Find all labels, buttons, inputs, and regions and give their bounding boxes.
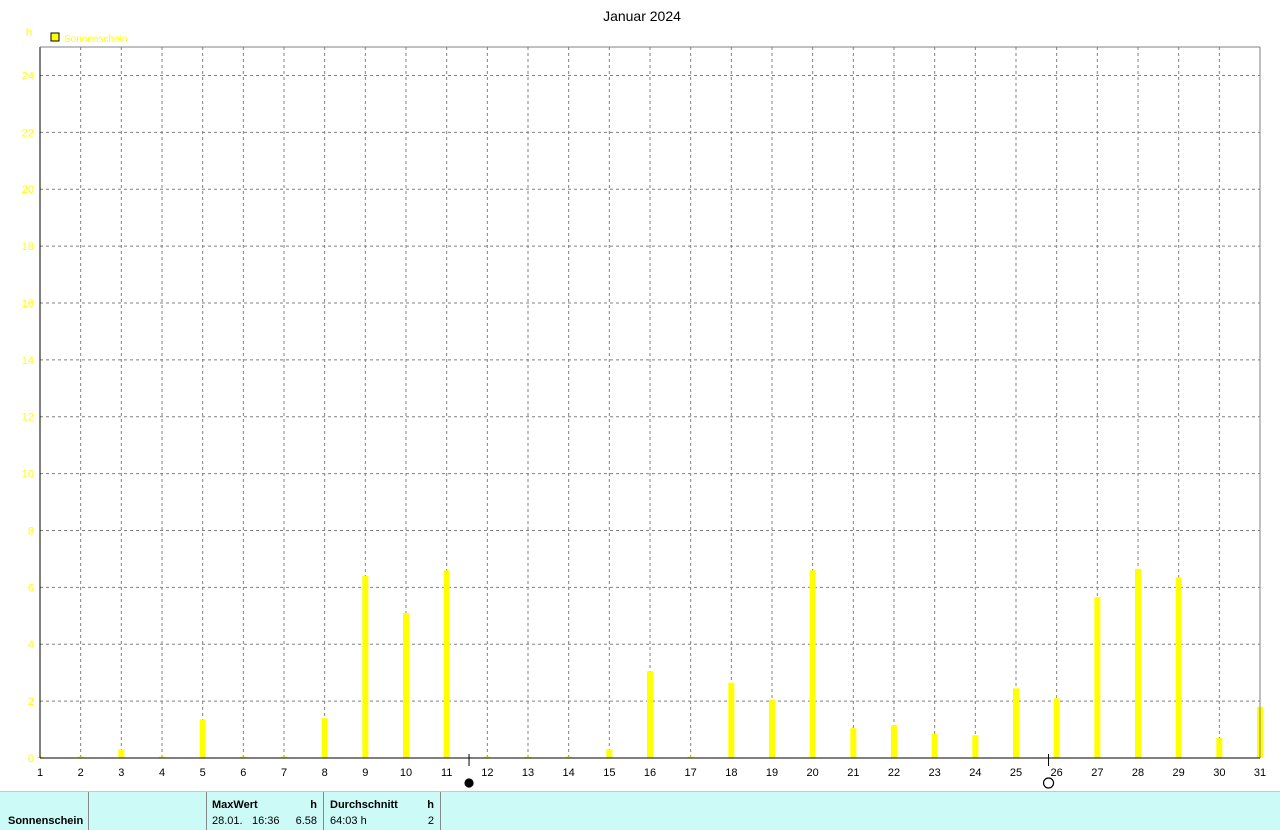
new-moon-icon xyxy=(464,778,474,788)
y-tick-label: 0 xyxy=(28,753,34,765)
summary-footer: Sonnenschein MaxWert h 28.01. 16:36 6.58… xyxy=(0,791,1280,830)
x-tick-label: 6 xyxy=(240,767,246,779)
y-tick-label: 8 xyxy=(28,525,34,537)
x-tick-label: 30 xyxy=(1213,767,1225,779)
footer-max-cell: MaxWert h 28.01. 16:36 6.58 xyxy=(207,792,324,830)
x-tick-label: 4 xyxy=(159,767,165,779)
bar xyxy=(769,699,775,758)
x-tick-label: 8 xyxy=(322,767,328,779)
x-tick-label: 22 xyxy=(888,767,900,779)
legend-swatch xyxy=(50,32,60,42)
chart-title: Januar 2024 xyxy=(603,8,681,24)
x-tick-label: 11 xyxy=(441,767,452,779)
x-tick-label: 7 xyxy=(281,767,287,779)
bar xyxy=(199,719,206,758)
footer-avg-value: 2 xyxy=(427,815,434,827)
x-tick-label: 29 xyxy=(1173,767,1185,779)
x-tick-label: 19 xyxy=(766,767,778,779)
x-tick-label: 9 xyxy=(362,767,368,779)
x-tick-label: 3 xyxy=(118,767,124,779)
footer-empty-cell xyxy=(89,792,207,830)
x-tick-label: 26 xyxy=(1051,767,1063,779)
footer-max-unit: h xyxy=(310,799,317,811)
footer-series-label: Sonnenschein xyxy=(8,815,84,827)
x-tick-label: 17 xyxy=(685,767,697,779)
y-tick-label: 16 xyxy=(22,298,34,310)
bar xyxy=(972,735,979,758)
bar xyxy=(1053,698,1060,758)
x-tick-label: 18 xyxy=(725,767,737,779)
full-moon-icon xyxy=(1042,777,1055,789)
bar xyxy=(443,570,450,758)
bar xyxy=(891,725,897,758)
legend-label: Sonnenschein xyxy=(64,34,127,45)
x-tick-label: 13 xyxy=(522,767,534,779)
bar xyxy=(118,749,125,758)
moon-phase-markers xyxy=(464,754,1055,789)
x-tick-label: 2 xyxy=(78,767,84,779)
bars xyxy=(37,568,1263,758)
bar xyxy=(647,671,653,758)
x-tick-label: 31 xyxy=(1254,767,1266,779)
footer-max-date: 28.01. xyxy=(212,815,243,827)
y-tick-label: 6 xyxy=(28,582,34,594)
x-tick-label: 10 xyxy=(400,767,412,779)
y-tick-label: 22 xyxy=(22,127,34,139)
bar xyxy=(1013,688,1019,758)
y-tick-label: 2 xyxy=(28,696,34,708)
footer-max-value: 6.58 xyxy=(295,815,317,827)
chart: Januar 2024 h Sonnenschein 0246810121416… xyxy=(22,8,1266,789)
x-tick-label: 28 xyxy=(1132,767,1144,779)
x-tick-label: 5 xyxy=(200,767,206,779)
y-axis-unit-label: h xyxy=(26,27,32,39)
footer-max-header: MaxWert xyxy=(212,799,258,811)
footer-avg-total: 64:03 h xyxy=(330,815,367,827)
x-tick-label: 1 xyxy=(37,767,43,779)
bar xyxy=(728,682,735,758)
x-tick-labels: 1 2 3 4 5 6 7 8 9 10 11 12 13 14 15 16 17 18 19 20 21 22 23 24 2… xyxy=(37,767,1266,779)
footer-max-time: 16:36 xyxy=(252,815,280,827)
y-tick-label: 14 xyxy=(22,355,34,367)
x-tick-label: 14 xyxy=(563,767,575,779)
bar xyxy=(1094,597,1101,758)
y-tick-label: 12 xyxy=(22,412,34,424)
y-tick-label: 24 xyxy=(22,70,34,82)
bar xyxy=(403,612,409,758)
y-tick-label: 10 xyxy=(22,469,34,481)
x-tick-label: 15 xyxy=(603,767,615,779)
bar xyxy=(606,749,613,758)
x-tick-label: 24 xyxy=(969,767,981,779)
footer-avg-cell: Durchschnitt h 64:03 h 2 xyxy=(324,792,441,830)
x-tick-label: 16 xyxy=(644,767,656,779)
bar xyxy=(362,575,369,758)
bar xyxy=(809,570,816,758)
grid xyxy=(40,47,1260,758)
bar xyxy=(321,718,328,758)
x-tick-label: 21 xyxy=(847,767,859,779)
x-tick-label: 27 xyxy=(1091,767,1103,779)
footer-avg-header: Durchschnitt xyxy=(330,799,398,811)
x-tick-label: 23 xyxy=(929,767,941,779)
x-tick-label: 20 xyxy=(807,767,819,779)
footer-avg-unit: h xyxy=(427,799,434,811)
x-tick-label: 25 xyxy=(1010,767,1022,779)
y-tick-labels: 024681012141618202224 xyxy=(22,70,34,765)
footer-series-cell: Sonnenschein xyxy=(0,792,89,830)
y-tick-label: 20 xyxy=(22,184,34,196)
bar xyxy=(1216,738,1223,758)
bar xyxy=(1135,568,1141,758)
bar xyxy=(850,728,857,758)
y-tick-label: 18 xyxy=(22,241,34,253)
bar xyxy=(1175,577,1182,758)
x-tick-label: 12 xyxy=(481,767,493,779)
y-tick-label: 4 xyxy=(28,639,34,651)
bar xyxy=(931,733,938,758)
